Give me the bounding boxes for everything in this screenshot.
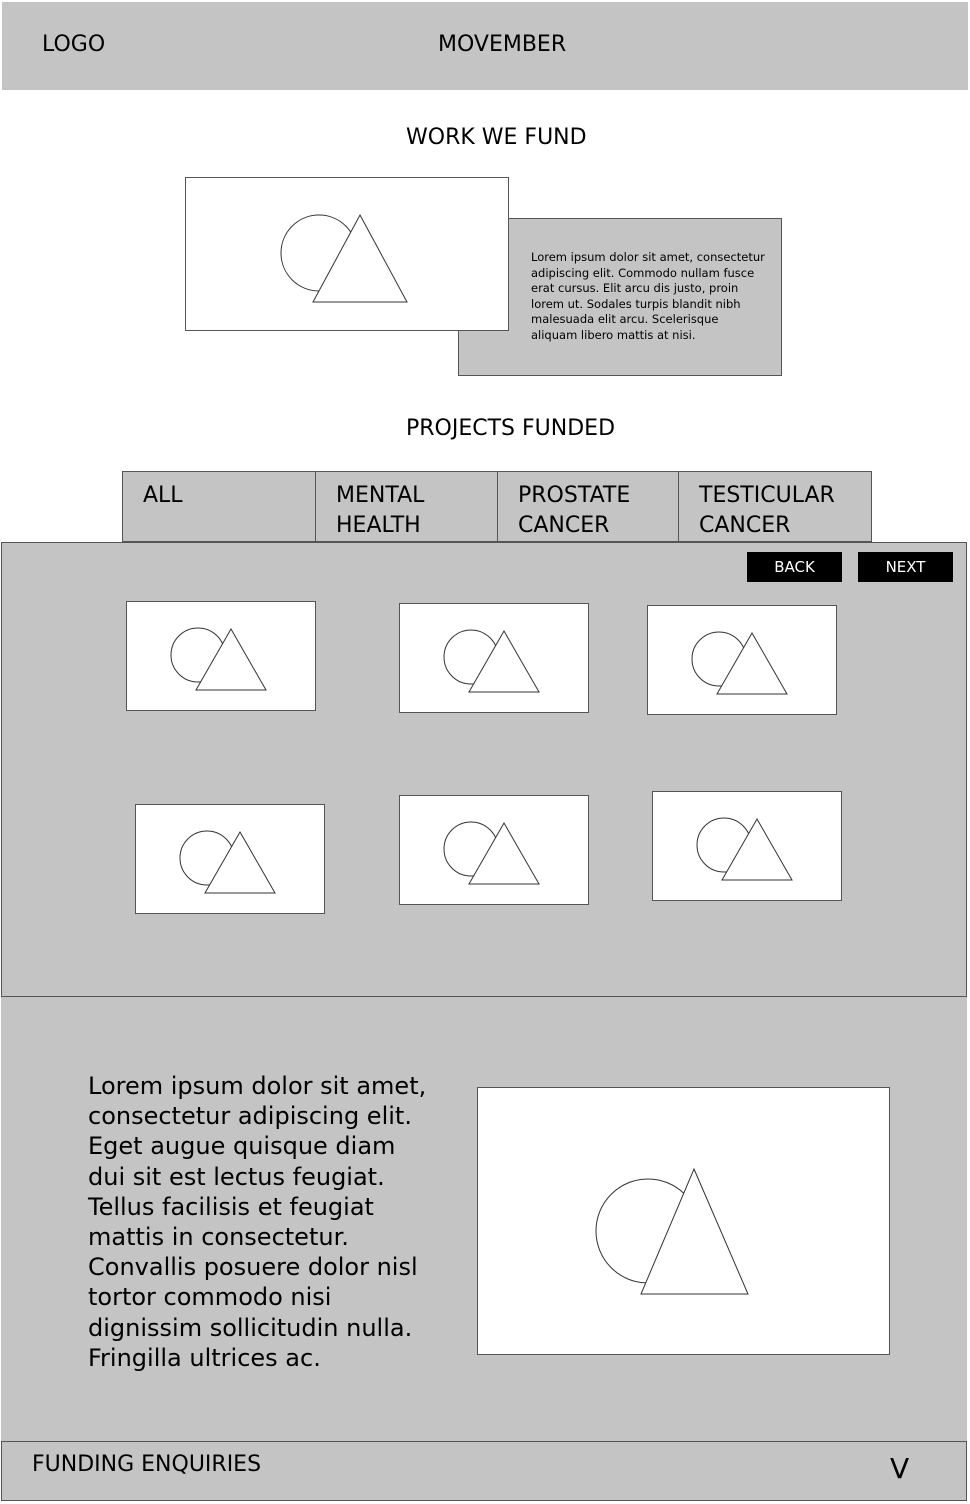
project-thumbnail[interactable] [647,605,837,715]
work-we-fund-description: Lorem ipsum dolor sit amet, consectetur … [531,250,765,342]
image-placeholder-icon [280,213,408,303]
tab-all[interactable]: ALL [123,472,316,541]
next-button[interactable]: NEXT [858,552,953,582]
project-thumbnail[interactable] [399,795,589,905]
about-text: Lorem ipsum dolor sit amet, consectetur … [88,1072,427,1372]
image-placeholder-icon [443,629,540,693]
image-placeholder-icon [443,821,540,885]
projects-funded-heading: PROJECTS FUNDED [406,416,616,441]
work-we-fund-image [185,177,509,331]
about-image [477,1087,890,1355]
image-placeholder-icon [179,830,276,894]
back-button[interactable]: BACK [747,552,842,582]
project-thumbnail[interactable] [135,804,325,914]
work-we-fund-heading: WORK WE FUND [406,125,587,150]
logo[interactable]: LOGO [42,32,105,57]
image-placeholder-icon [595,1167,749,1295]
chevron-down-icon[interactable]: V [890,1452,909,1485]
tab-prostate-cancer[interactable]: PROSTATE CANCER [498,472,679,541]
funding-enquiries-label: FUNDING ENQUIRIES [32,1452,262,1477]
tab-mental-health[interactable]: MENTAL HEALTH [316,472,498,541]
image-placeholder-icon [691,631,788,695]
project-thumbnail[interactable] [652,791,842,901]
image-placeholder-icon [696,817,793,881]
category-tabs: ALL MENTAL HEALTH PROSTATE CANCER TESTIC… [122,471,872,542]
image-placeholder-icon [170,627,267,691]
project-thumbnail[interactable] [126,601,316,711]
site-title: MOVEMBER [438,32,567,57]
project-thumbnail[interactable] [399,603,589,713]
tab-testicular-cancer[interactable]: TESTICULAR CANCER [679,472,871,541]
